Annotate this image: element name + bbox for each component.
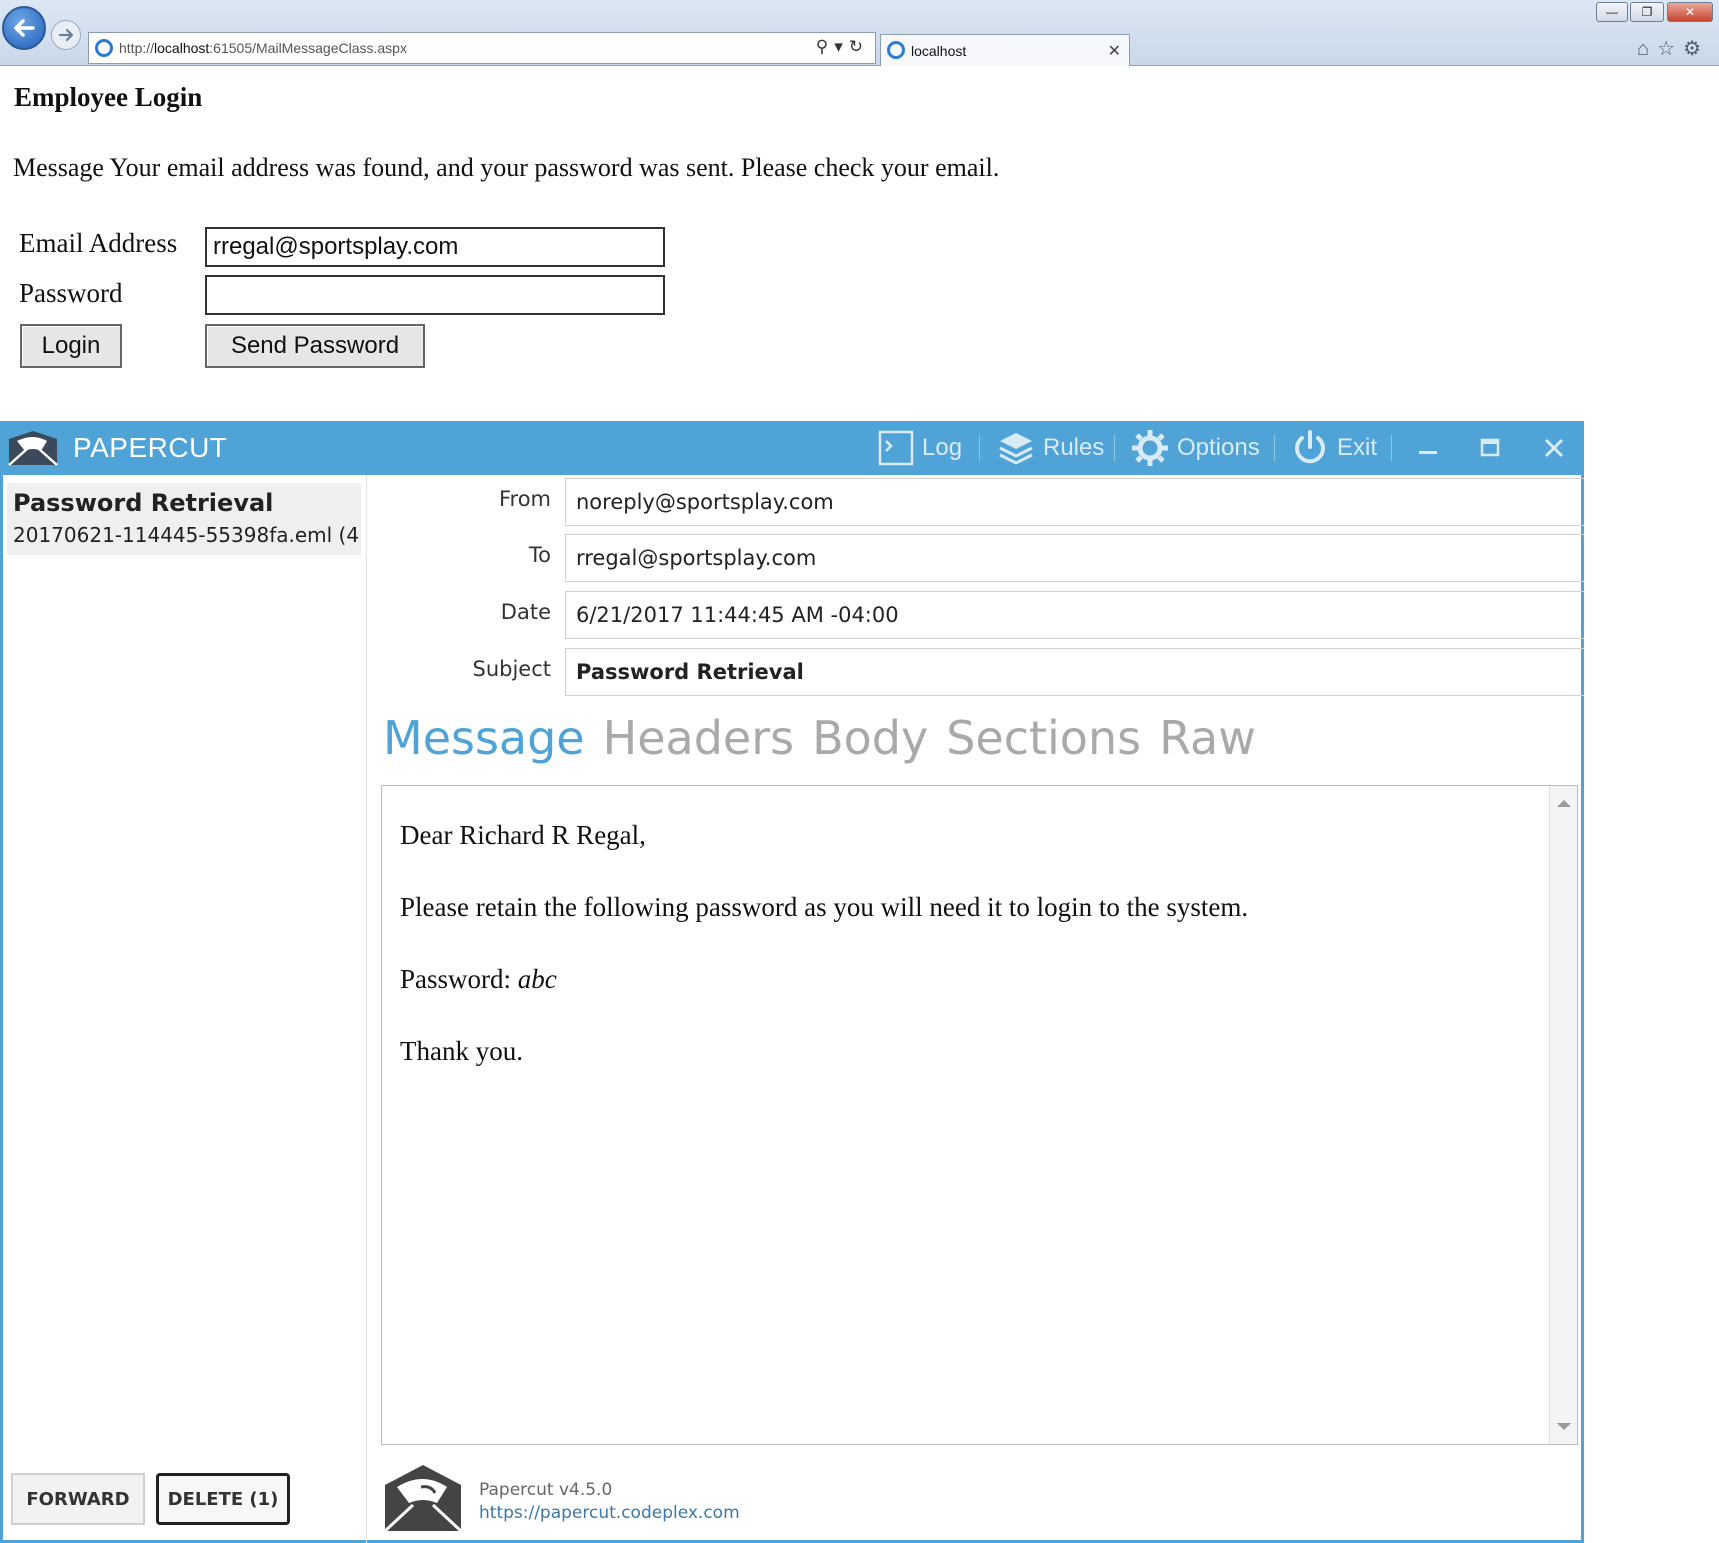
rules-button[interactable]: Rules bbox=[997, 429, 1104, 467]
date-label: Date bbox=[500, 600, 551, 624]
toolbar-divider bbox=[979, 435, 980, 461]
message-body-pane: Dear Richard R Regal, Please retain the … bbox=[381, 785, 1578, 1445]
back-arrow-icon bbox=[14, 19, 35, 37]
date-field[interactable]: 6/21/2017 11:44:45 AM -04:00 bbox=[565, 591, 1584, 639]
url-prefix: http:// bbox=[119, 40, 155, 56]
address-actions: ⚲▾↻ bbox=[816, 37, 869, 57]
close-tab-icon[interactable]: ✕ bbox=[1108, 41, 1121, 61]
email-field[interactable]: rregal@sportsplay.com bbox=[205, 227, 665, 267]
options-label: Options bbox=[1177, 434, 1260, 461]
message-filename: 20170621-114445-55398fa.eml (4.. bbox=[13, 523, 361, 547]
papercut-titlebar: PAPERCUT Log Rules Options Exit bbox=[3, 421, 1584, 475]
exit-button[interactable]: Exit bbox=[1291, 429, 1377, 467]
dropdown-icon[interactable]: ▾ bbox=[834, 37, 849, 56]
login-button[interactable]: Login bbox=[20, 324, 122, 368]
terminal-icon bbox=[878, 430, 914, 466]
view-tabs: Message Headers Body Sections Raw bbox=[383, 711, 1274, 765]
minimize-window-button[interactable]: — bbox=[1596, 2, 1628, 22]
subject-label: Subject bbox=[472, 657, 551, 681]
log-button[interactable]: Log bbox=[878, 429, 962, 467]
tab-message[interactable]: Message bbox=[383, 711, 585, 765]
options-button[interactable]: Options bbox=[1131, 429, 1260, 467]
list-item[interactable]: Password Retrieval 20170621-114445-55398… bbox=[7, 483, 361, 555]
back-button[interactable] bbox=[2, 6, 46, 50]
maximize-button[interactable] bbox=[1475, 429, 1505, 467]
envelope-logo-icon bbox=[8, 431, 58, 466]
minimize-button[interactable] bbox=[1413, 429, 1443, 467]
subject-value: Password Retrieval bbox=[576, 660, 804, 684]
browser-tools: ⌂☆⚙ bbox=[1637, 36, 1709, 61]
password-value: abc bbox=[517, 964, 557, 994]
body-greeting: Dear Richard R Regal, bbox=[400, 820, 646, 850]
message-body: Dear Richard R Regal, Please retain the … bbox=[400, 818, 1248, 1106]
maximize-icon bbox=[1480, 438, 1500, 457]
project-link[interactable]: https://papercut.codeplex.com bbox=[479, 1502, 740, 1525]
body-line: Please retain the following password as … bbox=[400, 892, 1249, 922]
restore-window-button[interactable]: ❐ bbox=[1630, 2, 1664, 22]
tab-raw[interactable]: Raw bbox=[1159, 711, 1256, 765]
page-title: Employee Login bbox=[14, 82, 203, 112]
subject-field[interactable]: Password Retrieval bbox=[565, 648, 1584, 696]
delete-button[interactable]: DELETE (1) bbox=[156, 1473, 290, 1525]
tab-headers[interactable]: Headers bbox=[603, 711, 794, 765]
url-path: :61505/MailMessageClass.aspx bbox=[209, 40, 407, 56]
papercut-window: PAPERCUT Log Rules Options Exit Password… bbox=[0, 421, 1584, 1543]
message-list: Password Retrieval 20170621-114445-55398… bbox=[3, 475, 367, 1543]
from-field[interactable]: noreply@sportsplay.com bbox=[565, 478, 1584, 526]
scroll-up-icon[interactable] bbox=[1557, 800, 1571, 807]
version-info: Papercut v4.5.0 https://papercut.codeple… bbox=[479, 1479, 740, 1525]
toolbar-divider bbox=[1114, 435, 1115, 461]
favorites-star-icon[interactable]: ☆ bbox=[1657, 38, 1683, 60]
status-message: Message Your email address was found, an… bbox=[13, 153, 1000, 182]
forward-button[interactable] bbox=[51, 20, 81, 50]
message-title: Password Retrieval bbox=[13, 489, 274, 517]
close-icon bbox=[1544, 438, 1564, 458]
power-icon bbox=[1291, 429, 1329, 467]
log-label: Log bbox=[922, 434, 963, 461]
body-closing: Thank you. bbox=[400, 1036, 523, 1066]
forward-arrow-icon bbox=[58, 28, 74, 42]
from-label: From bbox=[498, 487, 551, 511]
to-label: To bbox=[528, 543, 551, 567]
toolbar-divider bbox=[1391, 435, 1392, 461]
papercut-envelope-icon bbox=[383, 1465, 463, 1533]
tab-title: localhost bbox=[911, 42, 967, 59]
address-bar[interactable]: http://localhost:61505/MailMessageClass.… bbox=[88, 32, 876, 64]
to-field[interactable]: rregal@sportsplay.com bbox=[565, 534, 1584, 582]
url-host: localhost bbox=[154, 40, 210, 56]
tab-page-icon bbox=[887, 41, 905, 59]
rules-label: Rules bbox=[1043, 434, 1105, 461]
password-field[interactable] bbox=[205, 275, 665, 315]
layers-icon bbox=[997, 430, 1035, 466]
password-label: Password bbox=[19, 278, 123, 308]
browser-tab[interactable]: localhost ✕ bbox=[880, 34, 1130, 66]
version-text: Papercut v4.5.0 bbox=[479, 1480, 613, 1500]
exit-label: Exit bbox=[1337, 434, 1378, 461]
scroll-down-icon[interactable] bbox=[1557, 1423, 1571, 1430]
close-button[interactable] bbox=[1539, 429, 1569, 467]
toolbar-divider bbox=[1274, 435, 1275, 461]
vertical-scrollbar[interactable] bbox=[1549, 786, 1577, 1444]
forward-email-button[interactable]: FORWARD bbox=[11, 1473, 145, 1525]
ie-page-icon bbox=[95, 39, 113, 57]
send-password-button[interactable]: Send Password bbox=[205, 324, 425, 368]
tab-body[interactable]: Body bbox=[812, 711, 928, 765]
browser-toolbar: — ❐ ✕ http://localhost:61505/MailMessage… bbox=[0, 0, 1719, 66]
home-icon[interactable]: ⌂ bbox=[1637, 38, 1657, 60]
tab-sections[interactable]: Sections bbox=[946, 711, 1141, 765]
body-password-line: Password: abc bbox=[400, 962, 1248, 996]
app-title: PAPERCUT bbox=[73, 432, 228, 463]
settings-gear-icon[interactable]: ⚙ bbox=[1683, 38, 1709, 60]
minimize-icon bbox=[1419, 451, 1437, 454]
email-label: Email Address bbox=[19, 228, 178, 258]
refresh-icon[interactable]: ↻ bbox=[849, 37, 869, 56]
gear-icon bbox=[1131, 429, 1169, 467]
password-prefix: Password: bbox=[400, 964, 518, 994]
search-icon[interactable]: ⚲ bbox=[816, 37, 834, 56]
close-window-button[interactable]: ✕ bbox=[1667, 2, 1713, 22]
